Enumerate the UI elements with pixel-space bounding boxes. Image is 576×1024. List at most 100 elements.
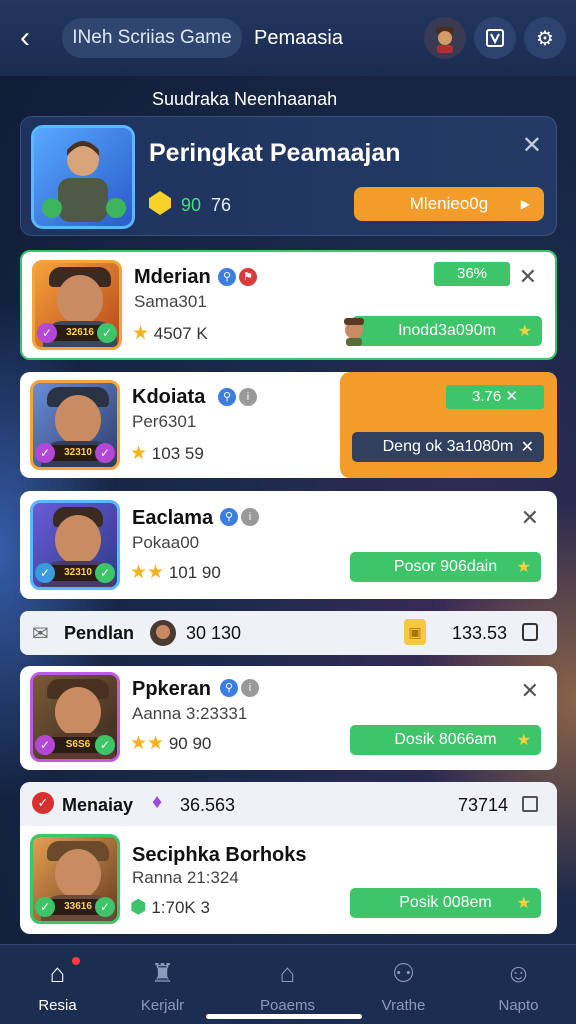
check-icon: ✓ — [37, 323, 57, 343]
close-icon: ✕ — [505, 388, 518, 405]
percent-badge: 36% — [434, 262, 510, 286]
game-name: Ppkeran — [132, 678, 211, 700]
check-icon: ✓ — [97, 323, 117, 343]
game-rating: ★ 4507 K — [132, 322, 208, 345]
check-icon: ✓ — [95, 735, 115, 755]
action-label: Inodd3a090m — [398, 322, 496, 339]
notifications-button[interactable] — [474, 17, 516, 59]
bar-right-value: 133.53 — [452, 623, 508, 643]
section-subtitle: Suudraka Neenhaanah — [152, 89, 338, 109]
nav-label: Napto — [498, 997, 539, 1014]
mail-icon: ✉ — [32, 623, 49, 645]
nav-label: Poaems — [259, 997, 316, 1014]
info-icon: i — [241, 508, 259, 526]
star-icon: ★ — [516, 895, 531, 912]
game-sub: Per6301 — [132, 412, 197, 431]
character-mini-icon — [150, 620, 176, 646]
settings-button[interactable]: ⚙ — [524, 17, 566, 59]
star-icon: ★★ — [130, 733, 165, 754]
highlight-panel: 3.76 ✕ Deng ok 3a1080m ✕ — [340, 372, 557, 478]
close-icon[interactable]: ✕ — [519, 264, 537, 290]
nav-item-4[interactable]: ⚇ Vrathe — [346, 945, 461, 1024]
link-icon: ⚲ — [218, 268, 236, 286]
hero-card: Peringkat Peamaajan ✕ 90 76 Mlenieo0g ▶ — [20, 116, 557, 236]
close-icon[interactable]: ✕ — [521, 437, 534, 457]
game-card[interactable]: 32616 ✓ ✓ Mderian ⚲ ⚑ Sama301 ★ 4507 K 36… — [20, 250, 557, 360]
hero-gem-value: 90 — [181, 195, 202, 215]
nav-item-5[interactable]: ☺ Napto — [461, 945, 576, 1024]
close-icon[interactable]: ✕ — [521, 505, 539, 531]
game-card[interactable]: 32310 ✓ ✓ Eaclama ⚲ i Pokaa00 ★★ 101 90 ✕… — [20, 491, 557, 599]
bar-value: 30 130 — [186, 623, 242, 643]
game-name: Mderian — [134, 266, 211, 288]
star-icon: ★ — [517, 323, 532, 340]
link-icon: ⚲ — [218, 388, 236, 406]
soldier-character-icon — [42, 141, 126, 222]
link-icon: ⚲ — [220, 679, 238, 697]
info-bar[interactable]: ✉ Pendlan 30 130 ▣ 133.53 — [20, 611, 557, 655]
hero-title: Peringkat Peamaajan — [149, 139, 401, 167]
game-card[interactable]: S6S6 ✓ ✓ Ppkeran ⚲ i Aanna 3:23331 ★★ 90 … — [20, 666, 557, 770]
info-bar[interactable]: ✓ Menaiay ♦ 36.563 73714 — [20, 782, 557, 826]
badges: ⚲ ⚑ — [218, 268, 260, 286]
nav-label: Kerjalr — [140, 997, 185, 1014]
users-icon: ⚇ — [391, 958, 416, 988]
game-avatar: 32616 ✓ ✓ — [32, 260, 122, 350]
game-rating: ★★ 101 90 — [130, 561, 221, 584]
bottom-navigation: ⌂ Resia ♜ Kerjalr ⌂ Poaems ⚇ Vrathe ☺ Na… — [0, 944, 576, 1024]
notification-dot — [72, 957, 80, 965]
star-icon: ★ — [130, 443, 148, 464]
bar-label: Pendlan — [64, 623, 135, 643]
crystal-icon: ♦ — [152, 791, 163, 813]
back-arrow-icon[interactable]: ‹ — [20, 23, 48, 53]
game-name: Kdoiata — [132, 386, 206, 408]
check-icon: ✓ — [95, 563, 115, 583]
nav-item-3[interactable]: ⌂ Poaems — [230, 945, 345, 1024]
game-group-card[interactable]: ✓ Menaiay ♦ 36.563 73714 33616 ✓ ✓ Secip… — [20, 782, 557, 934]
check-icon: ✓ — [35, 563, 55, 583]
close-icon[interactable]: ✕ — [522, 131, 542, 160]
notification-icon — [486, 29, 504, 47]
title-pill[interactable]: INeh Scriias Game — [62, 18, 242, 58]
game-sub: Aanna 3:23331 — [132, 704, 248, 723]
game-avatar: 32310 ✓ ✓ — [30, 380, 120, 470]
nav-item-home[interactable]: ⌂ Resia — [0, 945, 115, 1024]
game-card[interactable]: 32310 ✓ ✓ Kdoiata ⚲ i Per6301 ★ 103 59 3.… — [20, 372, 557, 478]
badges: ⚲ i — [220, 679, 262, 697]
action-button[interactable]: Deng ok 3a1080m ✕ — [352, 432, 544, 462]
nav-item-2[interactable]: ♜ Kerjalr — [105, 945, 220, 1024]
action-button[interactable]: Inodd3a090m ★ — [352, 316, 542, 346]
hero-value-2: 76 — [211, 195, 232, 215]
gem-icon: ⬢ — [130, 897, 147, 918]
star-icon: ★ — [516, 559, 531, 576]
action-label: Posik 008em — [399, 894, 492, 911]
shop-icon: ⌂ — [279, 958, 296, 988]
bag-icon: ♜ — [150, 958, 175, 988]
action-button[interactable]: Posik 008em ★ — [350, 888, 541, 918]
avatar-icon — [436, 27, 454, 53]
percent-badge: 3.76 ✕ — [446, 385, 544, 409]
game-name: Seciphka Borhoks — [132, 844, 307, 866]
flag-icon: ⚑ — [239, 268, 257, 286]
check-icon: ✓ — [35, 897, 55, 917]
gear-icon: ⚙ — [536, 27, 554, 50]
action-label: Dosik 8066am — [394, 731, 497, 748]
checkbox-icon[interactable] — [522, 796, 538, 812]
profile-avatar[interactable] — [424, 17, 466, 59]
hero-button-label: Mlenieo0g — [409, 194, 489, 213]
checkbox-icon[interactable] — [522, 623, 538, 641]
action-button[interactable]: Posor 906dain ★ — [350, 552, 541, 582]
game-rating: ⬢ 1:70K 3 — [130, 896, 210, 919]
hero-action-button[interactable]: Mlenieo0g ▶ — [354, 187, 544, 221]
rating-value: 4507 K — [153, 324, 208, 343]
star-icon: ★ — [132, 323, 150, 344]
bar-label: Menaiay — [62, 795, 134, 815]
action-button[interactable]: Dosik 8066am ★ — [350, 725, 541, 755]
close-icon[interactable]: ✕ — [521, 678, 539, 704]
game-avatar: S6S6 ✓ ✓ — [30, 672, 120, 762]
gem-icon — [149, 191, 171, 215]
game-rating: ★ 103 59 — [130, 442, 204, 465]
info-icon: i — [241, 679, 259, 697]
game-name: Eaclama — [132, 507, 214, 529]
home-icon: ⌂ — [49, 958, 66, 988]
